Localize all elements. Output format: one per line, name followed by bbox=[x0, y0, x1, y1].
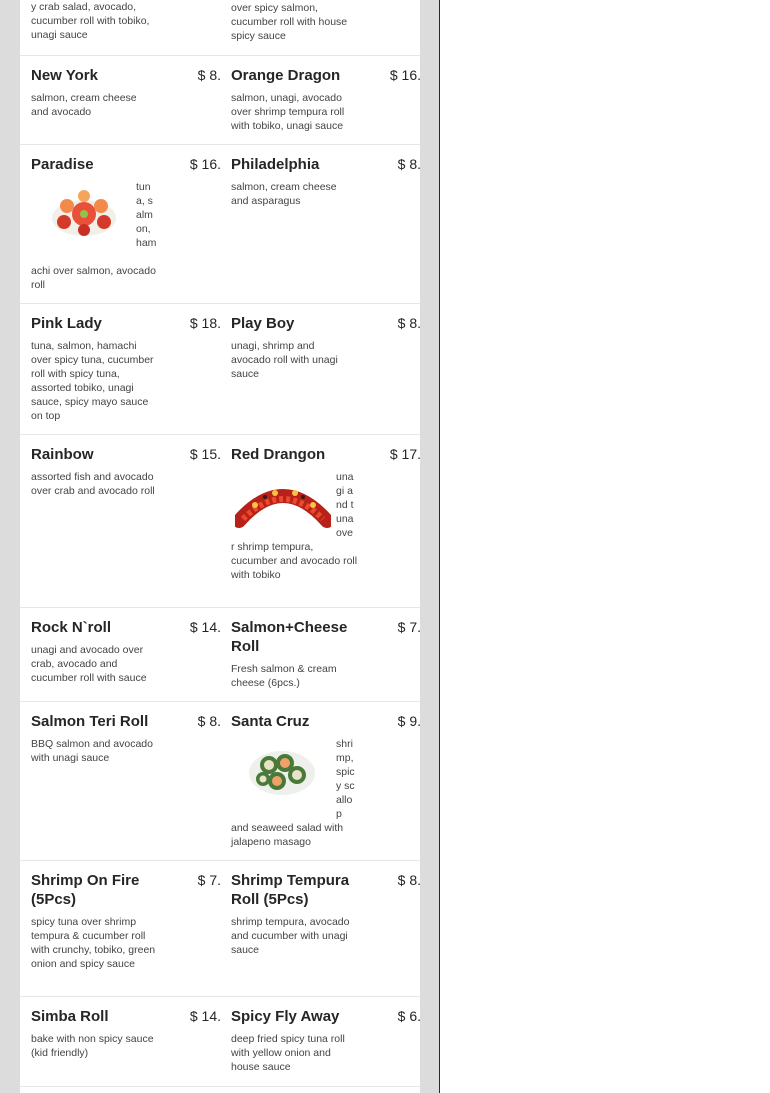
item-name: Rock N`roll bbox=[31, 619, 112, 636]
item-description: salmon, cream cheese and avocado bbox=[31, 92, 137, 118]
item-name: Spicy Fly Away bbox=[231, 1008, 340, 1025]
menu-row: Shrimp On Fire (5Pcs) $ 7. spicy tuna ov… bbox=[20, 861, 420, 997]
item-price: $ 15. bbox=[189, 446, 221, 462]
item-name: Salmon Teri Roll bbox=[31, 713, 149, 730]
item-price: $ 8. bbox=[197, 713, 221, 729]
item-description: bake with non spicy sauce (kid friendly) bbox=[31, 1033, 154, 1059]
item-price: $ 8. bbox=[197, 67, 221, 83]
item-price: $ 8. bbox=[397, 156, 420, 172]
menu-item-paradise[interactable]: Paradise $ 16. tuna, salmon, ham achi ov… bbox=[31, 155, 221, 295]
item-name: New York bbox=[31, 67, 98, 84]
item-description-wrap: unagi and tuna ove bbox=[336, 471, 354, 539]
menu-row: Paradise $ 16. tuna, salmon, ham achi ov… bbox=[20, 145, 420, 304]
item-description: and seaweed salad with jalapeno masago bbox=[231, 822, 344, 848]
item-description: r shrimp tempura, cucumber and avocado r… bbox=[231, 541, 358, 581]
menu-row: y crab salad, avocado, cucumber roll wit… bbox=[20, 0, 420, 56]
item-name: Philadelphia bbox=[231, 156, 320, 173]
item-price: $ 16. bbox=[189, 156, 221, 172]
item-price: $ 16. bbox=[389, 67, 420, 83]
item-name: Shrimp On Fire (5Pcs) bbox=[31, 872, 140, 908]
item-description: shrimp tempura, avocado and cucumber wit… bbox=[231, 916, 350, 956]
item-name: Salmon+Cheese Roll bbox=[231, 619, 348, 655]
page-gutter-left bbox=[0, 0, 20, 1093]
item-description: tuna, salmon, hamachi over spicy tuna, c… bbox=[31, 340, 154, 422]
item-price: $ 8. bbox=[397, 315, 420, 331]
item-price: $ 9. bbox=[397, 713, 420, 729]
item-name: Shrimp Tempura Roll (5Pcs) bbox=[231, 872, 350, 908]
item-price: $ 14. bbox=[189, 1008, 221, 1024]
item-description: assorted fish and avocado over crab and … bbox=[31, 471, 155, 497]
menu-row: Salmon Teri Roll $ 8. BBQ salmon and avo… bbox=[20, 702, 420, 861]
item-name: Pink Lady bbox=[31, 315, 102, 332]
menu-row: Simba Roll $ 14. bake with non spicy sau… bbox=[20, 997, 420, 1087]
item-description: BBQ salmon and avocado with unagi sauce bbox=[31, 738, 153, 764]
item-name: Play Boy bbox=[231, 315, 295, 332]
menu-panel: y crab salad, avocado, cucumber roll wit… bbox=[20, 0, 420, 1093]
menu-item-santa-cruz[interactable]: Santa Cruz $ 9. shrimp, spicy scallop an… bbox=[231, 712, 420, 852]
item-description: unagi and avocado over crab, avocado and… bbox=[31, 644, 147, 684]
item-name: Paradise bbox=[31, 156, 94, 173]
item-description: deep fried spicy tuna roll with yellow o… bbox=[231, 1033, 345, 1073]
item-description: achi over salmon, avocado roll bbox=[31, 265, 156, 291]
menu-item-red-drangon[interactable]: Red Drangon $ 17. unagi and tuna ove r s… bbox=[231, 445, 420, 600]
item-name: Rainbow bbox=[31, 446, 94, 463]
item-description: unagi, shrimp and avocado roll with unag… bbox=[231, 340, 338, 380]
item-description: Fresh salmon & cream cheese (6pcs.) bbox=[231, 663, 337, 689]
item-name: Santa Cruz bbox=[231, 713, 310, 730]
menu-row: Pink Lady $ 18. tuna, salmon, hamachi ov… bbox=[20, 304, 420, 435]
item-price: $ 18. bbox=[189, 315, 221, 331]
santa-cruz-roll-photo[interactable] bbox=[247, 743, 317, 799]
item-description: spicy tuna over shrimp tempura & cucumbe… bbox=[31, 916, 156, 970]
item-description: salmon, unagi, avocado over shrimp tempu… bbox=[231, 92, 345, 132]
page-gutter-right bbox=[420, 0, 440, 1093]
item-description-wrap: tuna, salmon, ham bbox=[136, 181, 157, 249]
item-name: Red Drangon bbox=[231, 446, 326, 463]
item-description-wrap: shrimp, spicy scallop bbox=[336, 738, 355, 820]
menu-row: Rainbow $ 15. assorted fish and avocado … bbox=[20, 435, 420, 608]
item-description: y crab salad, avocado, cucumber roll wit… bbox=[31, 1, 150, 41]
row-divider bbox=[20, 1086, 420, 1087]
menu-row: Rock N`roll $ 14. unagi and avocado over… bbox=[20, 608, 420, 702]
item-price: $ 6. bbox=[397, 1008, 420, 1024]
menu-row: New York $ 8. salmon, cream cheese and a… bbox=[20, 56, 420, 145]
item-name: Simba Roll bbox=[31, 1008, 109, 1025]
item-price: $ 14. bbox=[189, 619, 221, 635]
item-description: salmon, cream cheese and asparagus bbox=[231, 181, 337, 207]
item-price: $ 17. bbox=[389, 446, 420, 462]
paradise-roll-photo[interactable] bbox=[49, 184, 119, 240]
item-name: Orange Dragon bbox=[231, 67, 341, 84]
item-price: $ 8. bbox=[397, 872, 420, 888]
red-drangon-roll-photo[interactable] bbox=[232, 477, 334, 535]
item-price: $ 7. bbox=[197, 872, 221, 888]
panel-divider bbox=[439, 0, 440, 1093]
item-description: over spicy salmon, cucumber roll with ho… bbox=[231, 2, 348, 42]
item-price: $ 7. bbox=[397, 619, 420, 635]
